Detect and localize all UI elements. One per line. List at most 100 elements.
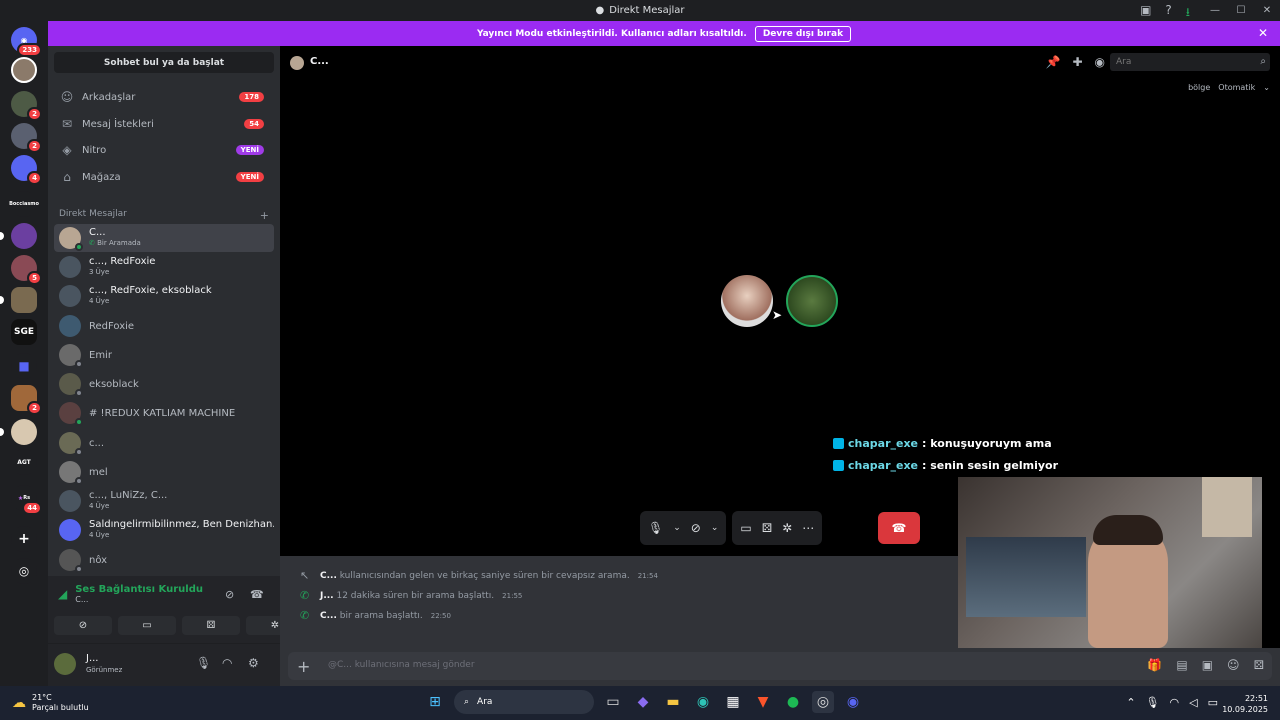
microphone-icon[interactable]: 🎙 [196, 656, 211, 670]
window-controls: — ☐ ✕ [1202, 0, 1280, 21]
brave-icon[interactable]: ▼ [752, 691, 774, 713]
profile-icon[interactable]: ◉ [1095, 55, 1105, 69]
dm-item[interactable]: mel [54, 458, 274, 486]
screen-share-icon[interactable]: ▭ [740, 521, 751, 535]
avatar[interactable] [54, 653, 76, 675]
participant-avatar[interactable] [721, 275, 773, 327]
server-icon[interactable] [0, 287, 37, 313]
folder-icon[interactable]: ■ [11, 353, 37, 379]
gift-icon[interactable]: 🎁 [1147, 658, 1162, 672]
dm-item[interactable]: # !REDUX KATLİAM MACHİNE [54, 399, 274, 427]
server-list: ◉ 233 2 2 4 Bocciasmo 5 SGE ■ 2 AGT ★ Rs 4… [0, 21, 48, 686]
participant-avatar[interactable] [786, 275, 838, 327]
maximize-button[interactable]: ☐ [1228, 5, 1254, 16]
add-server-button[interactable]: + [11, 526, 37, 552]
chevron-down-icon[interactable]: ⌄ [673, 523, 681, 533]
volume-icon[interactable]: ◁ [1189, 696, 1197, 709]
activity-button[interactable]: ⚄ [182, 616, 240, 635]
server-icon[interactable]: 2 [11, 123, 42, 153]
count-badge: 178 [239, 92, 264, 102]
more-icon[interactable]: ⋯ [802, 521, 814, 535]
dm-item[interactable]: RedFoxie [54, 312, 274, 340]
server-icon[interactable]: 2 [11, 385, 42, 415]
nav-friends[interactable]: ☺ Arkadaşlar 178 [54, 85, 274, 109]
dm-item[interactable]: c..., RedFoxie, eksoblack 4 Üye [54, 282, 274, 310]
server-icon[interactable]: AGT [11, 449, 37, 475]
chrome-icon[interactable]: ◎ [812, 691, 834, 713]
attach-button[interactable]: + [297, 657, 310, 676]
server-icon[interactable]: ★ Rs 44 [11, 485, 42, 515]
chevron-up-icon[interactable]: ⌃ [1126, 696, 1135, 709]
server-icon[interactable]: SGE [11, 319, 37, 345]
camera-off-icon[interactable]: ⊘ [691, 521, 701, 535]
avatar [59, 461, 83, 485]
spotify-icon[interactable]: ● [782, 691, 804, 713]
server-icon[interactable]: Bocciasmo [9, 191, 39, 217]
message-input[interactable]: @C... kullanıcısına mesaj gönder [328, 660, 475, 670]
avatar [59, 256, 81, 278]
microphone-icon[interactable]: 🎙 [1146, 696, 1160, 709]
server-icon[interactable] [0, 223, 37, 249]
gif-icon[interactable]: ▤ [1176, 658, 1187, 672]
task-view-icon[interactable]: ▭ [602, 691, 624, 713]
dm-item[interactable]: C... ✆ Bir Aramada [54, 224, 274, 252]
screen-share-button[interactable]: ▭ [118, 616, 176, 635]
chevron-down-icon[interactable]: ⌄ [711, 523, 719, 533]
apps-icon[interactable]: ⚄ [1254, 658, 1264, 672]
mail-icon: ✉ [61, 117, 73, 131]
sticker-icon[interactable]: ▣ [1202, 658, 1213, 672]
search-input[interactable] [1110, 53, 1270, 71]
store-icon[interactable]: ▦ [722, 691, 744, 713]
dm-item[interactable]: c..., LuNiZz, C... 4 Üye [54, 487, 274, 515]
pin-icon[interactable]: 📌 [1046, 55, 1061, 69]
nav-message-requests[interactable]: ✉ Mesaj İstekleri 54 [54, 112, 274, 136]
find-conversation-button[interactable]: Sohbet bul ya da başlat [54, 52, 274, 73]
disable-streamer-mode-button[interactable]: Devre dışı bırak [754, 25, 852, 42]
gear-icon[interactable]: ⚙ [248, 656, 259, 670]
end-call-button[interactable]: ☎ [878, 512, 920, 544]
add-dm-icon[interactable]: + [260, 209, 269, 222]
explore-button[interactable]: ◎ [11, 558, 37, 584]
copilot-icon[interactable]: ◆ [632, 691, 654, 713]
clock[interactable]: 22:51 10.09.2025 [1222, 693, 1268, 715]
dm-item[interactable]: Saldıngelirmibilinmez, Ben Denizhan... 4 … [54, 516, 274, 544]
server-icon[interactable]: 5 [11, 255, 42, 285]
server-icon[interactable] [11, 57, 37, 83]
dm-item[interactable]: c..., RedFoxie 3 Üye [54, 253, 274, 281]
start-icon[interactable]: ⊞ [424, 691, 446, 713]
activity-icon[interactable]: ⚄ [762, 521, 772, 535]
disconnect-icon[interactable]: ☎ [250, 588, 264, 601]
dm-item[interactable]: c... [54, 429, 274, 457]
headphones-icon[interactable]: ◠ [222, 656, 232, 670]
server-icon[interactable] [0, 419, 37, 445]
microphone-icon[interactable]: 🎙 [648, 521, 663, 535]
close-window-button[interactable]: ✕ [1254, 5, 1280, 16]
nav-shop[interactable]: ⌂ Mağaza YENİ [54, 165, 274, 189]
battery-icon[interactable]: ▭ [1208, 696, 1218, 709]
server-icon[interactable]: 4 [11, 155, 42, 185]
shop-icon: ⌂ [63, 170, 71, 184]
add-friend-icon[interactable]: ✚ [1072, 55, 1082, 69]
noise-suppression-icon[interactable]: ⊘ [225, 588, 234, 601]
minimize-button[interactable]: — [1202, 5, 1228, 16]
discord-icon[interactable]: ◉ [842, 691, 864, 713]
close-icon[interactable]: ✕ [1258, 26, 1268, 40]
wifi-icon[interactable]: ◠ [1170, 696, 1180, 709]
dm-item[interactable]: Emir [54, 341, 274, 369]
weather-widget[interactable]: ☁ 21°C Parçalı bulutlu [12, 693, 89, 713]
server-icon[interactable]: 2 [11, 91, 42, 121]
dm-item[interactable]: eksoblack [54, 370, 274, 398]
taskbar-search[interactable]: ⌕ Ara [454, 690, 594, 714]
camera-off-button[interactable]: ⊘ [54, 616, 112, 635]
soundboard-icon[interactable]: ✲ [782, 521, 792, 535]
dm-sidebar: Sohbet bul ya da başlat ☺ Arkadaşlar 178… [48, 46, 280, 576]
edge-icon[interactable]: ◉ [692, 691, 714, 713]
file-explorer-icon[interactable]: ▬ [662, 691, 684, 713]
nav-nitro[interactable]: ◈ Nitro YENİ [54, 138, 274, 162]
streamer-mode-banner: Yayıncı Modu etkinleştirildi. Kullanıcı … [48, 21, 1280, 46]
emoji-icon[interactable]: ☺ [1227, 658, 1240, 672]
region-selector[interactable]: bölge Otomatik ⌄ [1188, 83, 1270, 92]
dm-item[interactable]: nôx [54, 546, 274, 574]
voice-status[interactable]: Ses Bağlantısı Kuruldu [75, 584, 203, 595]
home-button[interactable]: ◉ 233 [11, 27, 42, 57]
